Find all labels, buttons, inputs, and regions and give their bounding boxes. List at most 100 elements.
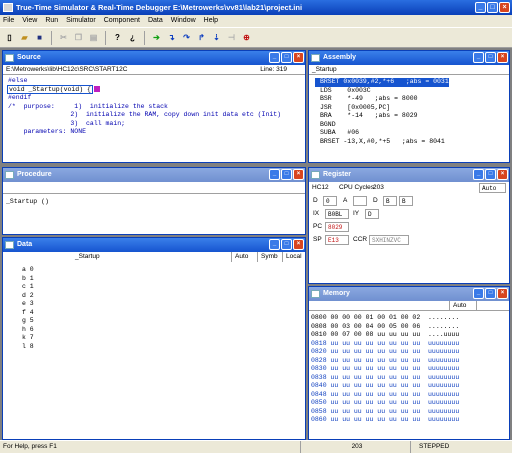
reg-b-value[interactable]: B bbox=[399, 196, 413, 206]
variable-row[interactable]: d 2 bbox=[17, 292, 305, 301]
menu-view[interactable]: View bbox=[22, 15, 37, 27]
menu-help[interactable]: Help bbox=[204, 15, 218, 27]
reset-icon[interactable]: ⊕ bbox=[240, 31, 253, 44]
maximize-button[interactable]: □ bbox=[487, 2, 498, 13]
data-mode-auto[interactable]: Auto bbox=[231, 252, 255, 262]
minimize-button[interactable]: _ bbox=[475, 2, 486, 13]
reg-a-value[interactable] bbox=[353, 196, 367, 206]
reg-sp-value[interactable]: E13 bbox=[325, 235, 349, 245]
data-variables[interactable]: a 0 b 1 c 1 d 2 e 3 f 4 g 5 h 6 k 7 l 8 bbox=[3, 262, 305, 351]
variable-row[interactable]: l 8 bbox=[17, 343, 305, 352]
register-window[interactable]: Register _ □ × HC12 CPU Cycles: 203 Auto D… bbox=[308, 167, 510, 284]
minimize-button[interactable]: _ bbox=[269, 169, 280, 180]
close-button[interactable]: × bbox=[499, 2, 510, 13]
memory-row: 0828 uu uu uu uu uu uu uu uu uuuuuuuu bbox=[311, 356, 460, 364]
menu-run[interactable]: Run bbox=[45, 15, 58, 27]
memory-row: 0820 uu uu uu uu uu uu uu uu uuuuuuuu bbox=[311, 348, 460, 355]
memory-title: Memory bbox=[323, 290, 350, 297]
memory-dump[interactable]: 0800 00 00 00 01 00 01 00 02 ........ 08… bbox=[309, 311, 509, 425]
menu-data[interactable]: Data bbox=[148, 15, 163, 27]
reg-ccr-value[interactable]: SXHINZVC bbox=[369, 235, 409, 245]
reg-dd-value[interactable]: B bbox=[383, 196, 397, 206]
code-line: 2) initialize the RAM, copy down init da… bbox=[8, 111, 282, 118]
variable-row[interactable]: e 3 bbox=[17, 300, 305, 309]
memory-row: 0830 uu uu uu uu uu uu uu uu uuuuuuuu bbox=[311, 365, 460, 372]
source-code[interactable]: #else void _Startup(void) { #endif /* pu… bbox=[3, 75, 305, 137]
data-window[interactable]: Data _ □ × _Startup Auto Symb Local a 0 b … bbox=[2, 237, 306, 440]
reg-pc-value[interactable]: 8029 bbox=[325, 222, 349, 232]
paste-icon[interactable]: ▤ bbox=[87, 31, 100, 44]
source-titlebar[interactable]: Source _ □ × bbox=[3, 51, 305, 65]
memory-titlebar[interactable]: Memory _ □ × bbox=[309, 287, 509, 301]
context-help-icon[interactable]: ¿ bbox=[126, 31, 139, 44]
maximize-button[interactable]: □ bbox=[485, 52, 496, 63]
toolbar: ▯ ▰ ■ ✂ ❐ ▤ ? ¿ ➔ ↴ ↷ ↱ ⇣ ⊣ ⊕ bbox=[0, 27, 512, 48]
status-help: For Help, press F1 bbox=[3, 443, 57, 450]
variable-row[interactable]: g 5 bbox=[17, 317, 305, 326]
memory-mode[interactable]: Auto bbox=[449, 301, 477, 311]
single-step-icon[interactable]: ↴ bbox=[165, 31, 178, 44]
cut-icon[interactable]: ✂ bbox=[57, 31, 70, 44]
assembly-window[interactable]: Assembly _ □ × _Startup BRSET 0x0039,#2,*+… bbox=[308, 50, 510, 163]
variable-row[interactable]: c 1 bbox=[17, 283, 305, 292]
reg-d-value[interactable]: 0 bbox=[323, 196, 337, 206]
menu-file[interactable]: File bbox=[3, 15, 14, 27]
variable-row[interactable]: a 0 bbox=[17, 266, 305, 275]
maximize-button[interactable]: □ bbox=[281, 169, 292, 180]
reg-iy-value[interactable]: D bbox=[365, 209, 379, 219]
code-line: #else bbox=[8, 77, 28, 84]
variable-row[interactable]: h 6 bbox=[17, 326, 305, 335]
assembly-listing[interactable]: BRSET 0x0039,#2,*+6 ;abs = 0031 LDS 0x00… bbox=[309, 75, 509, 146]
reg-ccr-label: CCR bbox=[353, 236, 368, 243]
assembly-titlebar[interactable]: Assembly _ □ × bbox=[309, 51, 509, 65]
open-icon[interactable]: ▰ bbox=[18, 31, 31, 44]
procedure-item[interactable]: _Startup () bbox=[3, 194, 305, 205]
close-button[interactable]: × bbox=[293, 52, 304, 63]
copy-icon[interactable]: ❐ bbox=[72, 31, 85, 44]
help-icon[interactable]: ? bbox=[111, 31, 124, 44]
maximize-button[interactable]: □ bbox=[485, 288, 496, 299]
data-mode-local[interactable]: Local bbox=[282, 252, 302, 262]
maximize-button[interactable]: □ bbox=[281, 239, 292, 250]
register-mode[interactable]: Auto bbox=[479, 183, 506, 193]
minimize-button[interactable]: _ bbox=[473, 52, 484, 63]
menubar: File View Run Simulator Component Data W… bbox=[0, 15, 512, 27]
close-button[interactable]: × bbox=[497, 169, 508, 180]
code-line-current: void _Startup(void) { bbox=[7, 84, 93, 94]
variable-row[interactable]: b 1 bbox=[17, 275, 305, 284]
minimize-button[interactable]: _ bbox=[269, 52, 280, 63]
minimize-button[interactable]: _ bbox=[473, 169, 484, 180]
source-window[interactable]: Source _ □ × E:\Metrowerks\lib\HC12c\SRC\S… bbox=[2, 50, 306, 163]
variable-row[interactable]: f 4 bbox=[17, 309, 305, 318]
memory-row: 0850 uu uu uu uu uu uu uu uu uuuuuuuu bbox=[311, 399, 460, 406]
variable-row[interactable]: k 7 bbox=[17, 334, 305, 343]
start-icon[interactable]: ➔ bbox=[150, 31, 163, 44]
close-button[interactable]: × bbox=[293, 169, 304, 180]
procedure-titlebar[interactable]: Procedure _ □ × bbox=[3, 168, 305, 182]
close-button[interactable]: × bbox=[497, 288, 508, 299]
memory-window[interactable]: Memory _ □ × Auto 0800 00 00 00 01 00 01 0… bbox=[308, 286, 510, 440]
save-icon[interactable]: ■ bbox=[33, 31, 46, 44]
menu-simulator[interactable]: Simulator bbox=[66, 15, 96, 27]
menu-component[interactable]: Component bbox=[104, 15, 140, 27]
maximize-button[interactable]: □ bbox=[485, 169, 496, 180]
minimize-button[interactable]: _ bbox=[269, 239, 280, 250]
reg-ix-value[interactable]: B0BL bbox=[325, 209, 349, 219]
assembly-step-icon[interactable]: ⇣ bbox=[210, 31, 223, 44]
register-titlebar[interactable]: Register _ □ × bbox=[309, 168, 509, 182]
procedure-header bbox=[3, 182, 305, 194]
reg-a-label: A bbox=[343, 197, 348, 204]
procedure-window[interactable]: Procedure _ □ × _Startup () bbox=[2, 167, 306, 235]
halt-icon[interactable]: ⊣ bbox=[225, 31, 238, 44]
step-over-icon[interactable]: ↷ bbox=[180, 31, 193, 44]
data-titlebar[interactable]: Data _ □ × bbox=[3, 238, 305, 252]
reg-dd-label: D bbox=[373, 197, 378, 204]
maximize-button[interactable]: □ bbox=[281, 52, 292, 63]
menu-window[interactable]: Window bbox=[171, 15, 196, 27]
close-button[interactable]: × bbox=[497, 52, 508, 63]
new-icon[interactable]: ▯ bbox=[3, 31, 16, 44]
minimize-button[interactable]: _ bbox=[473, 288, 484, 299]
close-button[interactable]: × bbox=[293, 239, 304, 250]
step-out-icon[interactable]: ↱ bbox=[195, 31, 208, 44]
data-mode-symb[interactable]: Symb bbox=[257, 252, 282, 262]
